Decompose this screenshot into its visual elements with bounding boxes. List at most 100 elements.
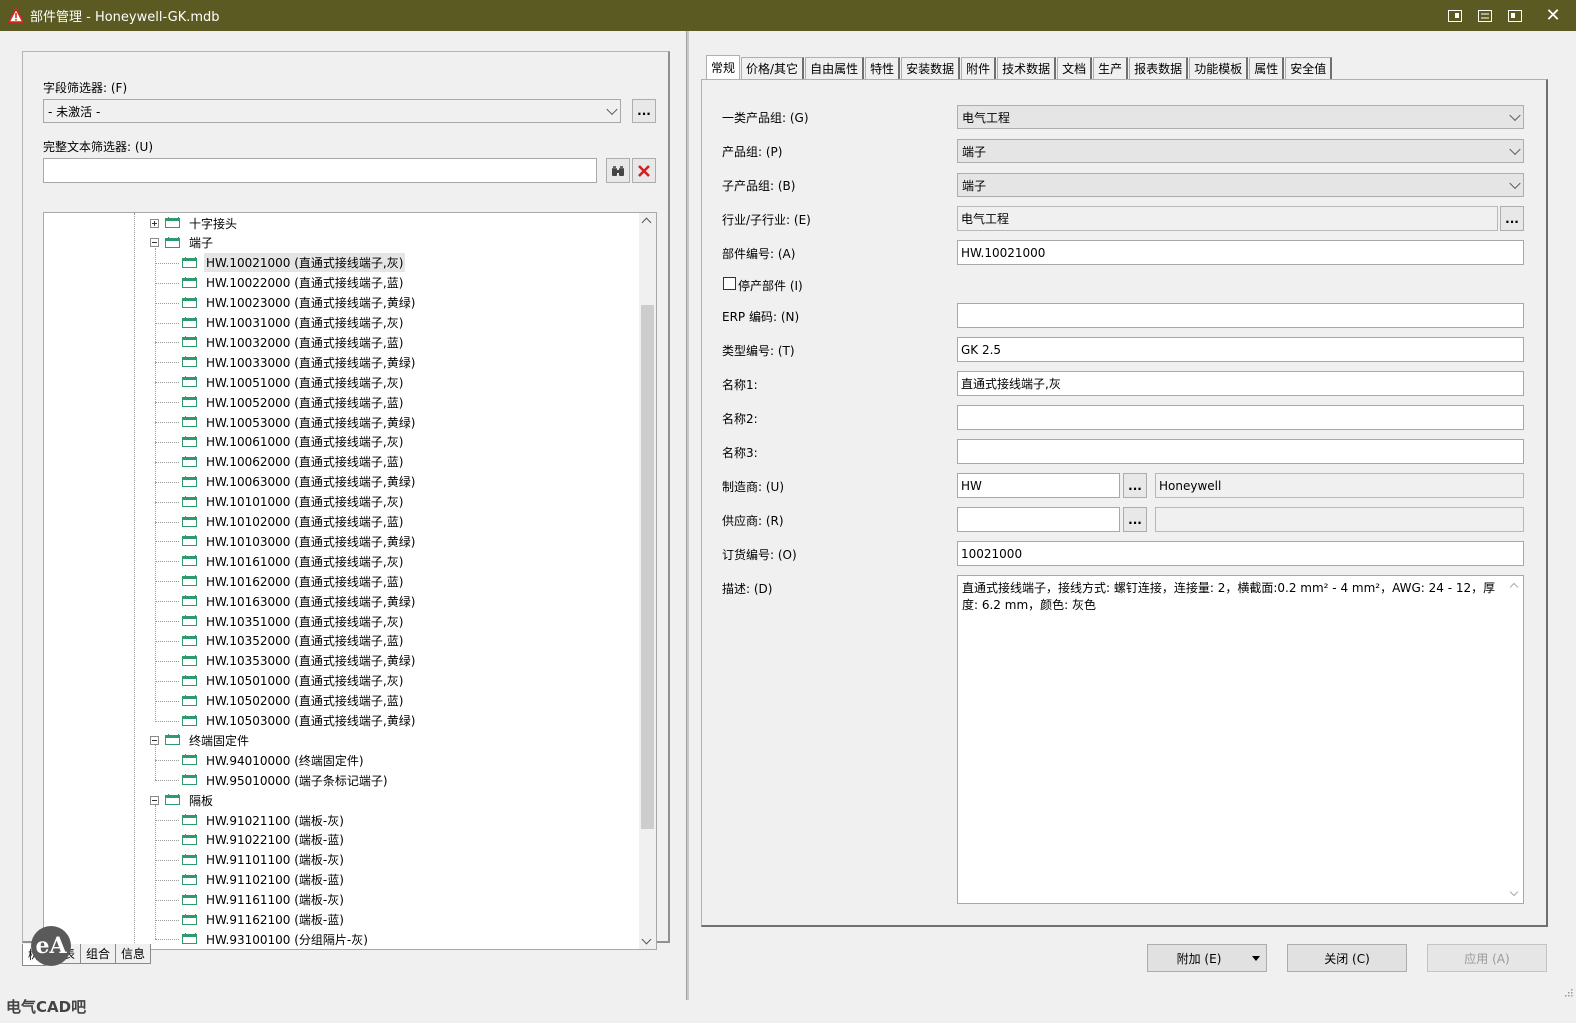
tree-guide-line (155, 481, 179, 483)
tab-technical-data[interactable]: 技术数据 (997, 57, 1057, 79)
tree-group[interactable]: 隔板 (150, 790, 215, 810)
tab-mounting-data[interactable]: 安装数据 (901, 57, 961, 79)
clear-filter-button[interactable] (632, 158, 656, 183)
tree-scrollbar[interactable] (639, 213, 656, 949)
tree-item[interactable]: HW.91021100 (端板-灰) (182, 810, 346, 830)
tab-general[interactable]: 常规 (706, 55, 741, 79)
tree-item[interactable]: HW.10352000 (直通式接线端子,蓝) (182, 631, 405, 651)
tab-report-data[interactable]: 报表数据 (1129, 57, 1189, 79)
supplier-more-button[interactable]: ... (1123, 507, 1147, 532)
collapse-icon[interactable] (150, 795, 159, 805)
tree-item[interactable]: HW.10053000 (直通式接线端子,黄绿) (182, 412, 417, 432)
tab-free-properties[interactable]: 自由属性 (805, 57, 865, 79)
maximize-window-icon[interactable] (1470, 0, 1500, 31)
tree-item[interactable]: HW.10062000 (直通式接线端子,蓝) (182, 452, 405, 472)
tree-group[interactable]: 端子 (150, 233, 215, 253)
supplier-field[interactable] (957, 507, 1120, 532)
manufacturer-field[interactable]: HW (957, 473, 1120, 498)
field-filter-more-button[interactable]: ... (632, 99, 656, 123)
scrollbar-thumb[interactable] (641, 305, 654, 829)
collapse-icon[interactable] (150, 238, 159, 248)
tree-item[interactable]: HW.91101100 (端板-灰) (182, 850, 346, 870)
tree-item[interactable]: HW.10101000 (直通式接线端子,灰) (182, 492, 405, 512)
tree-item[interactable]: HW.10351000 (直通式接线端子,灰) (182, 611, 405, 631)
tree-item[interactable]: HW.10501000 (直通式接线端子,灰) (182, 671, 405, 691)
product-group-select[interactable]: 端子 (957, 139, 1524, 163)
tree-item[interactable]: HW.10102000 (直通式接线端子,蓝) (182, 512, 405, 532)
tab-documents[interactable]: 文档 (1057, 57, 1093, 79)
tree-item[interactable]: HW.10061000 (直通式接线端子,灰) (182, 432, 405, 452)
tab-production[interactable]: 生产 (1093, 57, 1129, 79)
tree-item[interactable]: HW.10052000 (直通式接线端子,蓝) (182, 392, 405, 412)
scroll-down-icon[interactable] (641, 934, 652, 945)
tree-item[interactable]: HW.10022000 (直通式接线端子,蓝) (182, 273, 405, 293)
close-window-button[interactable]: ✕ (1530, 0, 1576, 31)
name1-field[interactable]: 直通式接线端子,灰 (957, 371, 1524, 396)
tree-group[interactable]: 十字接头 (150, 213, 239, 233)
tree-item[interactable]: HW.10162000 (直通式接线端子,蓝) (182, 571, 405, 591)
tab-safety-values[interactable]: 安全值 (1285, 57, 1333, 79)
tree-item[interactable]: HW.10503000 (直通式接线端子,黄绿) (182, 711, 417, 731)
name1-label: 名称1: (722, 378, 758, 392)
tree-item[interactable]: HW.91162100 (端板-蓝) (182, 910, 346, 930)
sub-product-group-select[interactable]: 端子 (957, 173, 1524, 197)
field-filter-select[interactable]: - 未激活 - (43, 99, 621, 123)
description-textarea[interactable]: 直通式接线端子，接线方式: 螺钉连接，连接量: 2，横截面:0.2 mm² - … (957, 575, 1524, 904)
tree-item[interactable]: HW.10023000 (直通式接线端子,黄绿) (182, 293, 417, 313)
industry-more-button[interactable]: ... (1500, 206, 1524, 231)
tree-item[interactable]: HW.91161100 (端板-灰) (182, 890, 346, 910)
discontinued-checkbox[interactable] (723, 277, 736, 290)
tree-guide-line (155, 247, 156, 721)
fulltext-filter-input[interactable] (43, 158, 597, 183)
expand-icon[interactable] (150, 218, 159, 228)
minimize-window-icon[interactable] (1500, 0, 1530, 31)
resize-grip-icon[interactable] (1563, 987, 1573, 997)
tree-item[interactable]: HW.10103000 (直通式接线端子,黄绿) (182, 531, 417, 551)
tree-item[interactable]: HW.10033000 (直通式接线端子,黄绿) (182, 352, 417, 372)
order-number-field[interactable]: 10021000 (957, 541, 1524, 566)
industry-field[interactable]: 电气工程 (957, 206, 1498, 231)
manufacturer-more-button[interactable]: ... (1123, 473, 1147, 498)
tree-item[interactable]: HW.95010000 (端子条标记端子) (182, 770, 390, 790)
binoculars-icon (612, 165, 624, 176)
scroll-up-icon[interactable] (1509, 582, 1519, 592)
tree-item[interactable]: HW.91022100 (端板-蓝) (182, 830, 346, 850)
tree-group[interactable]: 终端固定件 (150, 730, 251, 750)
tree-item[interactable]: HW.91102100 (端板-蓝) (182, 870, 346, 890)
erp-code-field[interactable] (957, 303, 1524, 328)
tree-item-label: HW.10161000 (直通式接线端子,灰) (206, 554, 404, 569)
type-number-field[interactable]: GK 2.5 (957, 337, 1524, 362)
tab-info[interactable]: 信息 (115, 944, 152, 964)
description-scrollbar[interactable] (1506, 576, 1523, 903)
tab-function-template[interactable]: 功能模板 (1189, 57, 1249, 79)
tree-item[interactable]: HW.10021000 (直通式接线端子,灰) (182, 253, 406, 273)
tree-item[interactable]: HW.10161000 (直通式接线端子,灰) (182, 551, 405, 571)
part-tree[interactable]: 十字接头 端子 HW.10021000 (直通式接线端子,灰) HW.10022000… (43, 212, 657, 950)
tree-group-label: 隔板 (189, 793, 214, 808)
tree-item[interactable]: HW.10031000 (直通式接线端子,灰) (182, 313, 405, 333)
part-number-field[interactable]: HW.10021000 (957, 240, 1524, 265)
tree-item[interactable]: HW.10353000 (直通式接线端子,黄绿) (182, 651, 417, 671)
tree-item[interactable]: HW.94010000 (终端固定件) (182, 750, 366, 770)
apply-button[interactable]: 应用 (A) (1427, 944, 1547, 972)
restore-window-icon[interactable] (1440, 0, 1470, 31)
binoculars-search-button[interactable] (606, 158, 630, 183)
scroll-up-icon[interactable] (641, 217, 652, 228)
collapse-icon[interactable] (150, 735, 159, 745)
tree-item[interactable]: HW.10051000 (直通式接线端子,灰) (182, 372, 405, 392)
tree-item[interactable]: HW.10163000 (直通式接线端子,黄绿) (182, 591, 417, 611)
tree-item[interactable]: HW.93100100 (分组隔片-灰) (182, 929, 370, 949)
scroll-down-icon[interactable] (1509, 887, 1519, 897)
product-group-1-select[interactable]: 电气工程 (957, 105, 1524, 129)
tab-characteristics[interactable]: 特性 (865, 57, 901, 79)
close-button[interactable]: 关闭 (C) (1287, 944, 1407, 972)
tree-item[interactable]: HW.10063000 (直通式接线端子,黄绿) (182, 472, 417, 492)
tab-accessories[interactable]: 附件 (961, 57, 997, 79)
tab-price-other[interactable]: 价格/其它 (741, 57, 805, 79)
add-button[interactable]: 附加 (E) (1147, 944, 1267, 972)
name3-field[interactable] (957, 439, 1524, 464)
name2-field[interactable] (957, 405, 1524, 430)
tree-item[interactable]: HW.10502000 (直通式接线端子,蓝) (182, 691, 405, 711)
tree-item[interactable]: HW.10032000 (直通式接线端子,蓝) (182, 332, 405, 352)
tab-properties[interactable]: 属性 (1249, 57, 1285, 79)
